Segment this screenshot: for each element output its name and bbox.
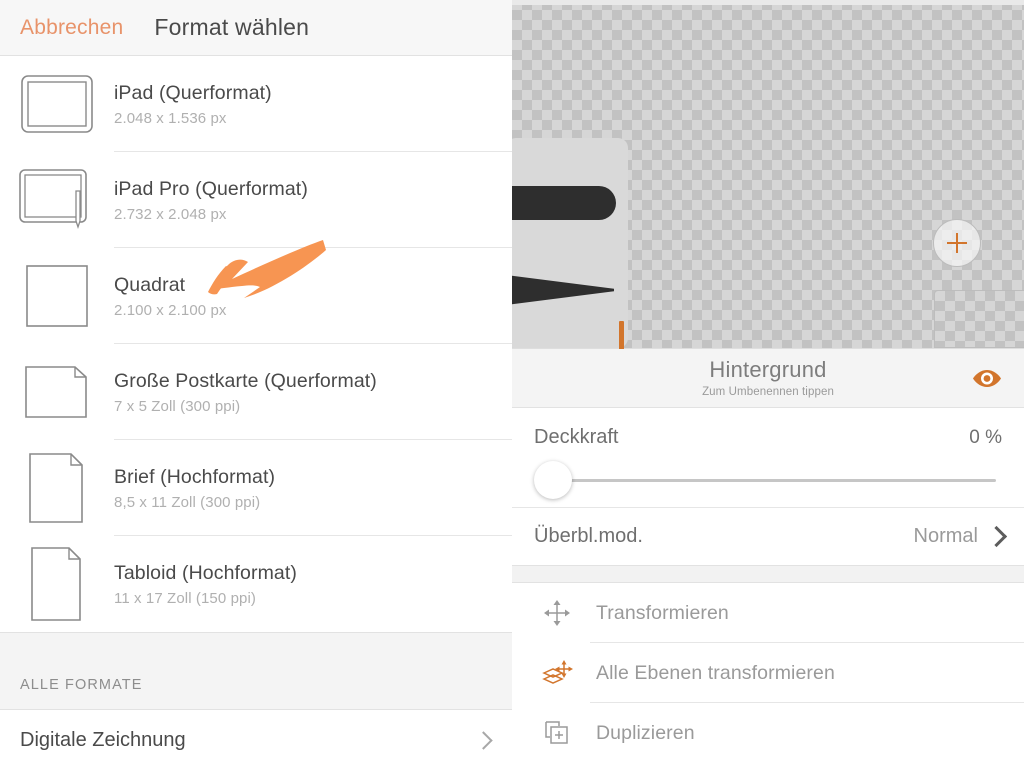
section-separator <box>512 565 1024 583</box>
layer-name: Hintergrund <box>709 357 827 383</box>
format-sub: 2.100 x 2.100 px <box>114 301 227 319</box>
app-screen: Abbrechen Format wählen iPad (Querformat… <box>0 0 1024 767</box>
action-label: Duplizieren <box>596 721 695 744</box>
format-name: Tabloid (Hochformat) <box>114 562 297 585</box>
layer-settings-panel: Hintergrund Zum Umbenennen tippen Deckkr… <box>512 0 1024 767</box>
format-name: Brief (Hochformat) <box>114 466 276 489</box>
format-sub: 8,5 x 11 Zoll (300 ppi) <box>114 493 261 511</box>
chevron-right-icon <box>985 525 1008 548</box>
format-text: iPad (Querformat) 2.048 x 1.536 px <box>114 81 272 126</box>
opacity-label: Deckkraft <box>534 426 619 448</box>
format-row-tabloid[interactable]: Tabloid (Hochformat) 11 x 17 Zoll (150 p… <box>0 536 512 632</box>
blend-mode-value: Normal <box>913 525 978 547</box>
format-name: iPad (Querformat) <box>114 82 272 105</box>
ipad-pro-landscape-icon <box>14 164 100 236</box>
slider-knob[interactable] <box>534 461 572 499</box>
format-text: iPad Pro (Querformat) 2.732 x 2.048 px <box>114 177 308 222</box>
opacity-row: Deckkraft 0 % <box>534 426 1006 449</box>
format-text: Tabloid (Hochformat) 11 x 17 Zoll (150 p… <box>114 561 297 606</box>
cancel-button[interactable]: Abbrechen <box>20 16 123 40</box>
action-transformieren[interactable]: Transformieren <box>512 583 1024 643</box>
plus-icon-vertical <box>956 233 958 253</box>
format-text: Große Postkarte (Querformat) 7 x 5 Zoll … <box>114 369 377 414</box>
format-row-ipad-pro[interactable]: iPad Pro (Querformat) 2.732 x 2.048 px <box>0 152 512 248</box>
blend-mode-value-group: Normal <box>913 525 1008 548</box>
layer-header[interactable]: Hintergrund Zum Umbenennen tippen <box>512 349 1024 408</box>
tabloid-portrait-icon <box>14 547 100 621</box>
move-arrows-icon <box>540 598 574 628</box>
format-sub: 11 x 17 Zoll (150 ppi) <box>114 589 256 607</box>
opacity-section: Deckkraft 0 % <box>512 408 1024 507</box>
format-row-ipad[interactable]: iPad (Querformat) 2.048 x 1.536 px <box>0 56 512 152</box>
eye-icon[interactable] <box>972 368 1002 388</box>
format-row-quadrat[interactable]: Quadrat 2.100 x 2.100 px <box>0 248 512 344</box>
format-name: iPad Pro (Querformat) <box>114 178 308 201</box>
format-row-brief[interactable]: Brief (Hochformat) 8,5 x 11 Zoll (300 pp… <box>0 440 512 536</box>
format-sub: 2.732 x 2.048 px <box>114 205 227 223</box>
page-title: Format wählen <box>154 14 310 40</box>
brush-palette[interactable] <box>512 138 628 359</box>
format-name: Quadrat <box>114 274 186 297</box>
action-duplizieren[interactable]: Duplizieren <box>512 703 1024 763</box>
blend-mode-row[interactable]: Überbl.mod. Normal <box>512 507 1024 565</box>
format-row-postkarte[interactable]: Große Postkarte (Querformat) 7 x 5 Zoll … <box>0 344 512 440</box>
blend-mode-label: Überbl.mod. <box>534 525 643 547</box>
layer-rename-hint: Zum Umbenennen tippen <box>702 385 834 398</box>
format-picker-panel: Abbrechen Format wählen iPad (Querformat… <box>0 0 512 767</box>
slider-track[interactable] <box>550 479 996 482</box>
action-alle-ebenen-transformieren[interactable]: Alle Ebenen transformieren <box>512 643 1024 703</box>
format-sub: 2.048 x 1.536 px <box>114 109 227 127</box>
chevron-right-icon <box>474 730 493 750</box>
section-header-all-formats: ALLE FORMATE <box>0 632 512 710</box>
brush-marker-icon[interactable] <box>512 186 616 220</box>
action-label: Alle Ebenen transformieren <box>596 661 835 684</box>
section-heading-label: ALLE FORMATE <box>20 677 143 693</box>
format-text: Brief (Hochformat) 8,5 x 11 Zoll (300 pp… <box>114 465 275 510</box>
format-text: Quadrat 2.100 x 2.100 px <box>114 273 227 318</box>
canvas-preview[interactable] <box>512 0 1024 359</box>
add-layer-button[interactable] <box>933 219 981 267</box>
list-item-digitale-zeichnung[interactable]: Digitale Zeichnung <box>0 710 512 767</box>
layer-thumbnail[interactable] <box>934 290 1024 348</box>
canvas-top-strip <box>512 0 1024 5</box>
transform-all-layers-icon <box>540 657 574 689</box>
opacity-value: 0 % <box>969 426 1002 448</box>
format-sub: 7 x 5 Zoll (300 ppi) <box>114 397 241 415</box>
opacity-slider[interactable] <box>534 457 1006 507</box>
format-name: Große Postkarte (Querformat) <box>114 370 377 393</box>
ipad-landscape-icon <box>14 68 100 140</box>
postcard-landscape-icon <box>14 356 100 428</box>
square-icon <box>14 260 100 332</box>
brush-tapered-icon[interactable] <box>512 274 614 306</box>
panel-header: Abbrechen Format wählen <box>0 0 512 56</box>
duplicate-icon <box>540 719 574 747</box>
letter-portrait-icon <box>14 452 100 524</box>
format-list: iPad (Querformat) 2.048 x 1.536 px iPad … <box>0 56 512 632</box>
list-item-label: Digitale Zeichnung <box>20 728 186 751</box>
action-label: Transformieren <box>596 601 729 624</box>
